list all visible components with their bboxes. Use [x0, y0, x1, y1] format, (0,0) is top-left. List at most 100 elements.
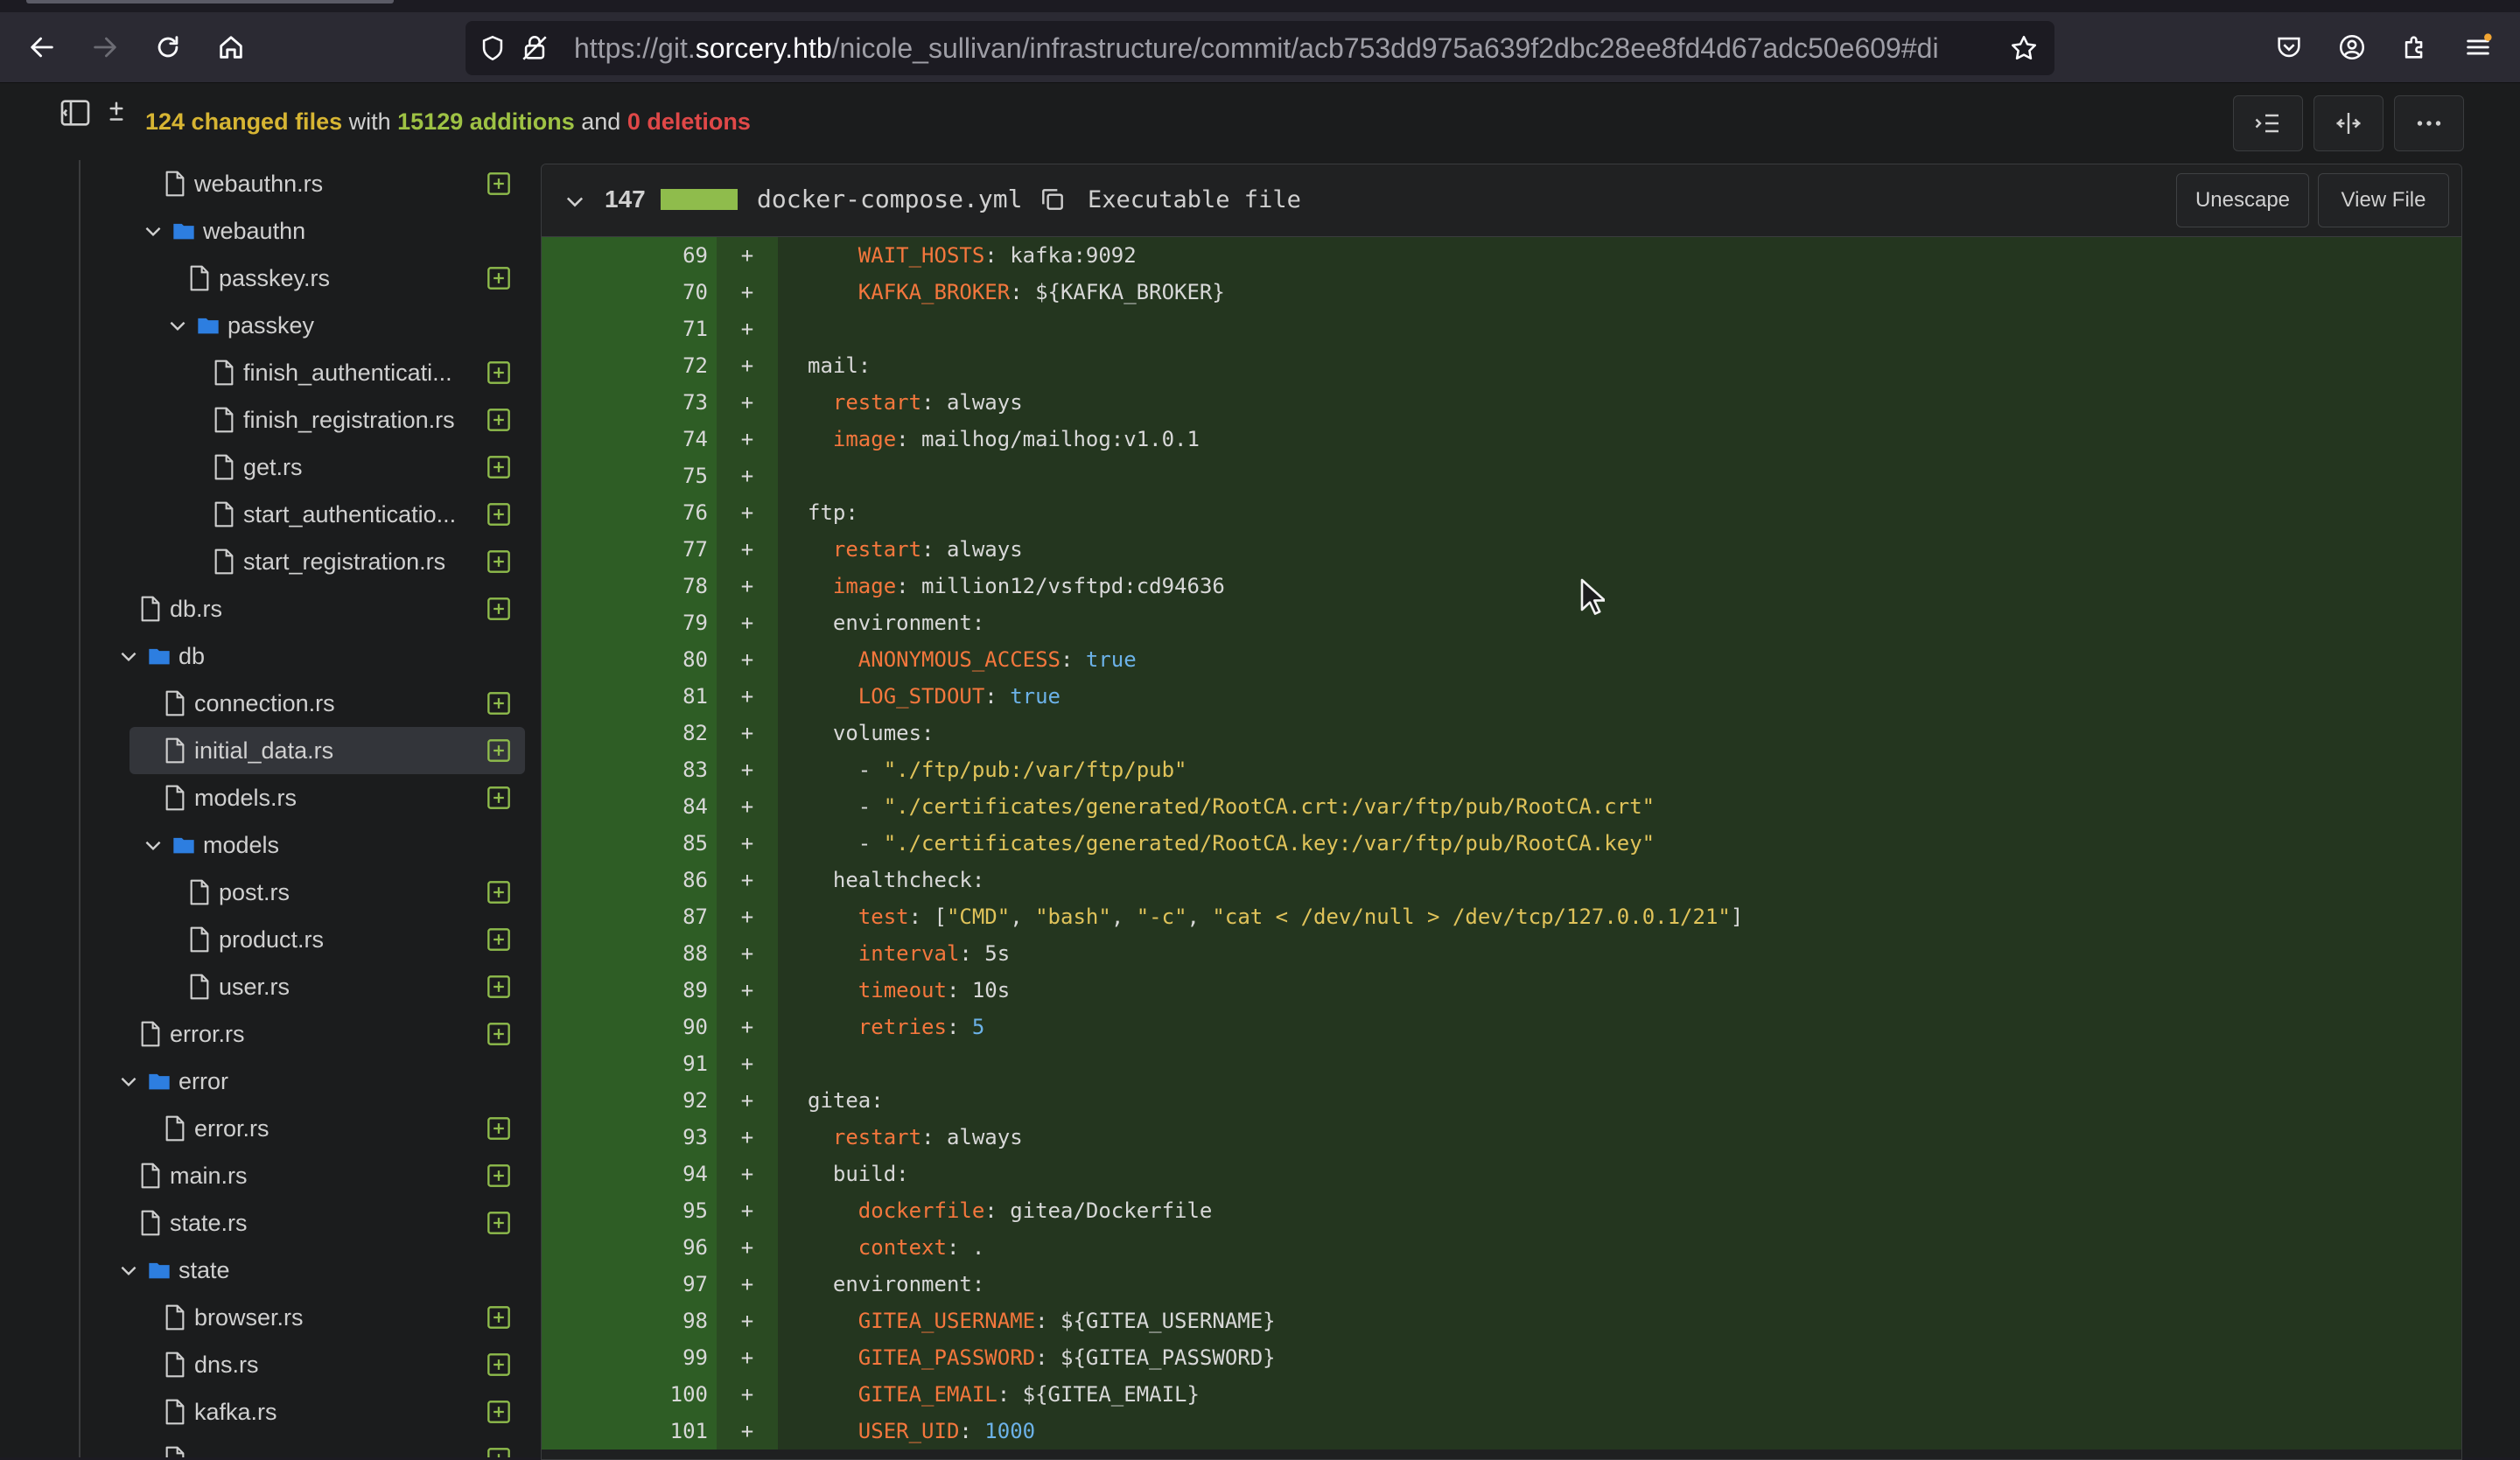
line-number[interactable]: 77 — [542, 531, 717, 568]
line-number[interactable]: 76 — [542, 494, 717, 531]
tree-file[interactable]: product.rs — [187, 916, 525, 963]
shield-icon[interactable] — [478, 33, 508, 63]
reload-button[interactable] — [145, 24, 191, 70]
added-marker: + — [717, 751, 778, 788]
home-button[interactable] — [208, 24, 254, 70]
tree-file[interactable]: error.rs — [163, 1105, 525, 1152]
line-number[interactable]: 99 — [542, 1339, 717, 1376]
code-text: USER_UID: 1000 — [778, 1413, 2461, 1450]
tree-file[interactable]: models.rs — [163, 774, 525, 821]
line-number[interactable]: 88 — [542, 935, 717, 972]
line-number[interactable]: 89 — [542, 972, 717, 1009]
line-number[interactable]: 92 — [542, 1082, 717, 1119]
chevron-down-icon[interactable] — [117, 645, 140, 667]
line-number[interactable]: 91 — [542, 1045, 717, 1082]
extensions-button[interactable] — [2392, 24, 2438, 70]
file-icon — [214, 407, 234, 433]
line-number[interactable]: 72 — [542, 347, 717, 384]
chevron-down-icon[interactable] — [117, 1070, 140, 1093]
tree-file[interactable]: state.rs — [138, 1199, 525, 1247]
tree-folder[interactable]: models — [142, 821, 525, 869]
changed-files-link[interactable]: 124 changed files — [145, 108, 342, 135]
forward-button[interactable] — [82, 24, 128, 70]
line-number[interactable]: 74 — [542, 421, 717, 458]
chevron-down-icon[interactable] — [142, 834, 164, 856]
pocket-button[interactable] — [2266, 24, 2312, 70]
line-number[interactable]: 84 — [542, 788, 717, 825]
line-number[interactable]: 70 — [542, 274, 717, 311]
tree-file[interactable]: kafka.rs — [163, 1388, 525, 1436]
line-number[interactable]: 86 — [542, 862, 717, 898]
back-button[interactable] — [19, 24, 65, 70]
line-number[interactable]: 90 — [542, 1009, 717, 1045]
tree-file[interactable]: webauthn.rs — [163, 160, 525, 207]
line-number[interactable]: 69 — [542, 237, 717, 274]
line-number[interactable]: 101 — [542, 1413, 717, 1450]
whitespace-button[interactable] — [2233, 95, 2303, 151]
line-number[interactable]: 81 — [542, 678, 717, 715]
chevron-down-icon[interactable] — [166, 314, 189, 337]
view-file-button[interactable]: View File — [2318, 173, 2449, 227]
tree-file[interactable]: user.rs — [187, 963, 525, 1010]
line-number[interactable]: 98 — [542, 1303, 717, 1339]
tree-file[interactable]: error.rs — [138, 1010, 525, 1058]
tree-file[interactable]: get.rs — [212, 444, 525, 491]
url-bar[interactable]: https://git.sorcery.htb/nicole_sullivan/… — [466, 21, 2054, 75]
code-line: 74 + image: mailhog/mailhog:v1.0.1 — [542, 421, 2461, 458]
unescape-button[interactable]: Unescape — [2176, 173, 2309, 227]
line-number[interactable]: 100 — [542, 1376, 717, 1413]
copy-icon[interactable] — [1039, 185, 1067, 213]
tree-file[interactable]: passkey.rs — [187, 255, 525, 302]
chevron-down-icon[interactable] — [142, 220, 164, 242]
code-text: GITEA_USERNAME: ${GITEA_USERNAME} — [778, 1303, 2461, 1339]
line-number[interactable]: 83 — [542, 751, 717, 788]
tree-file[interactable]: main.rs — [138, 1152, 525, 1199]
tree-file[interactable]: start_authenticatio... — [212, 491, 525, 538]
tree-file[interactable] — [163, 1436, 525, 1457]
tree-file[interactable]: post.rs — [187, 869, 525, 916]
line-number[interactable]: 80 — [542, 641, 717, 678]
chevron-down-icon[interactable] — [563, 189, 587, 213]
tree-folder[interactable]: db — [117, 632, 525, 680]
code-text: environment: — [778, 604, 2461, 641]
active-tab-indicator[interactable] — [26, 0, 394, 3]
tree-file[interactable]: browser.rs — [163, 1294, 525, 1341]
tree-folder[interactable]: passkey — [166, 302, 525, 349]
line-number[interactable]: 95 — [542, 1192, 717, 1229]
line-number[interactable]: 82 — [542, 715, 717, 751]
code-token: : million12/vsftpd:cd94636 — [896, 574, 1225, 598]
code-line: 83 + - "./ftp/pub:/var/ftp/pub" — [542, 751, 2461, 788]
more-options-button[interactable] — [2394, 95, 2464, 151]
url-text[interactable]: https://git.sorcery.htb/nicole_sullivan/… — [574, 21, 1939, 75]
line-number[interactable]: 71 — [542, 311, 717, 347]
line-number[interactable]: 93 — [542, 1119, 717, 1156]
tree-file[interactable]: initial_data.rs — [130, 727, 525, 774]
file-name[interactable]: docker-compose.yml — [757, 164, 1022, 234]
line-number[interactable]: 94 — [542, 1156, 717, 1192]
chevron-down-icon[interactable] — [117, 1259, 140, 1282]
line-number[interactable]: 73 — [542, 384, 717, 421]
line-number[interactable]: 97 — [542, 1266, 717, 1303]
app-menu-button[interactable] — [2455, 24, 2501, 70]
tree-folder[interactable]: state — [117, 1247, 525, 1294]
tree-item-label: start_authenticatio... — [243, 500, 457, 527]
tree-file[interactable]: connection.rs — [163, 680, 525, 727]
line-number[interactable]: 87 — [542, 898, 717, 935]
tree-folder[interactable]: webauthn — [142, 207, 525, 255]
star-icon[interactable] — [2009, 33, 2039, 63]
line-number[interactable]: 79 — [542, 604, 717, 641]
line-number[interactable]: 85 — [542, 825, 717, 862]
line-number[interactable]: 96 — [542, 1229, 717, 1266]
tree-folder[interactable]: error — [117, 1058, 525, 1105]
account-button[interactable] — [2329, 24, 2375, 70]
line-number[interactable]: 75 — [542, 458, 717, 494]
tree-file[interactable]: start_registration.rs — [212, 538, 525, 585]
split-view-button[interactable] — [2314, 95, 2384, 151]
lock-icon[interactable] — [520, 33, 550, 63]
line-number[interactable]: 78 — [542, 568, 717, 604]
tree-file[interactable]: dns.rs — [163, 1341, 525, 1388]
tree-file[interactable]: db.rs — [138, 585, 525, 632]
tree-file[interactable]: finish_authenticati... — [212, 349, 525, 396]
sidebar-toggle-icon[interactable] — [58, 95, 93, 130]
tree-file[interactable]: finish_registration.rs — [212, 396, 525, 444]
